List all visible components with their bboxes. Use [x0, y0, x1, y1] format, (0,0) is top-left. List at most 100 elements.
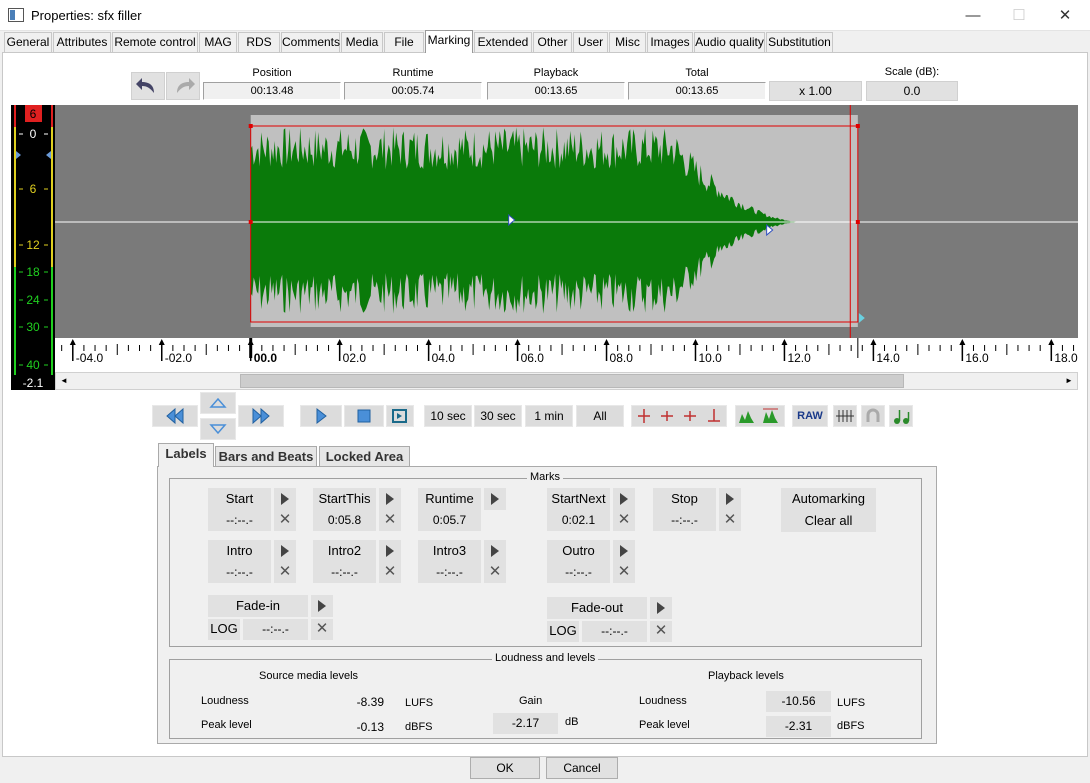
zoom-down-button[interactable]: [200, 418, 236, 440]
loop-play-button[interactable]: [386, 405, 414, 427]
zoom-all-button[interactable]: All: [576, 405, 624, 427]
time-ruler[interactable]: -04.0 -02.0 00.0 02.0 04.0 06.0 08.0 10.0 12.0 14…: [55, 338, 1078, 372]
mark-start-goto-icon[interactable]: [274, 488, 296, 510]
skip-forward-icon: [252, 407, 270, 425]
raw-button[interactable]: RAW: [792, 405, 828, 427]
mark-fade-out-button[interactable]: Fade-out: [547, 597, 647, 619]
scroll-thumb[interactable]: [240, 374, 905, 388]
tab-general[interactable]: General: [4, 32, 52, 52]
mark-outro-goto-icon[interactable]: [613, 540, 635, 562]
mark-startthis-value: 0:05.8: [313, 510, 376, 531]
total-field: 00:13.65: [628, 82, 766, 100]
mark-stop-goto-icon[interactable]: [719, 488, 741, 510]
stop-button[interactable]: [344, 405, 384, 427]
subtab-locked-area[interactable]: Locked Area: [319, 446, 410, 466]
selection-handle[interactable]: [855, 220, 860, 224]
mark-intro-button[interactable]: Intro: [208, 540, 271, 562]
mark-intro3-clear-icon[interactable]: ✕: [484, 562, 506, 583]
mark-stop-clear-icon[interactable]: ✕: [719, 510, 741, 531]
selection-handle[interactable]: [248, 124, 253, 128]
mark-intro-goto-icon[interactable]: [274, 540, 296, 562]
mark-intro2-clear-icon[interactable]: ✕: [379, 562, 401, 583]
window-icon: [8, 8, 24, 22]
tab-marking[interactable]: Marking: [425, 30, 473, 53]
tab-substitution[interactable]: Substitution: [766, 32, 833, 52]
ruler-tick-label: 18.0: [1054, 351, 1078, 365]
mark-stop-button[interactable]: Stop: [653, 488, 716, 510]
mark-fade-out-clear-icon[interactable]: ✕: [650, 621, 672, 642]
tab-other[interactable]: Other: [533, 32, 572, 52]
mark-runtime-button[interactable]: Runtime: [418, 488, 481, 510]
rewind-button[interactable]: [152, 405, 198, 427]
mark-fade-in-clear-icon[interactable]: ✕: [311, 619, 333, 640]
mark-startthis-goto-icon[interactable]: [379, 488, 401, 510]
horizontal-scrollbar[interactable]: ◄ ►: [55, 372, 1078, 390]
loudness-group-title: Loudness and levels: [492, 652, 599, 664]
gain-field[interactable]: -2.17: [493, 713, 558, 734]
scroll-left-arrow[interactable]: ◄: [56, 373, 72, 389]
zoom-up-button[interactable]: [200, 392, 236, 414]
mark-intro3-button[interactable]: Intro3: [418, 540, 481, 562]
mark-startnext-goto-icon[interactable]: [613, 488, 635, 510]
mark-fade-out-goto-icon[interactable]: [650, 597, 672, 619]
scroll-right-arrow[interactable]: ►: [1061, 373, 1077, 389]
tab-remote-control[interactable]: Remote control: [112, 32, 198, 52]
mark-intro2-goto-icon[interactable]: [379, 540, 401, 562]
waveform-view[interactable]: [55, 105, 1078, 338]
mark-tools-group[interactable]: [631, 405, 727, 427]
tab-rds[interactable]: RDS: [238, 32, 280, 52]
end-marker[interactable]: [858, 313, 865, 323]
level-view-buttons[interactable]: [735, 405, 785, 427]
mark-fade-in-mode[interactable]: LOG: [208, 619, 240, 640]
mark-fade-out-mode[interactable]: LOG: [547, 621, 579, 642]
undo-button[interactable]: [131, 72, 165, 100]
play-button[interactable]: [300, 405, 342, 427]
clear-all-button[interactable]: Clear all: [781, 510, 876, 532]
speed-button[interactable]: x 1.00: [769, 81, 862, 101]
scale-field[interactable]: 0.0: [866, 81, 958, 101]
tab-misc[interactable]: Misc: [609, 32, 646, 52]
beats-button[interactable]: [833, 405, 857, 427]
mark-outro-clear-icon[interactable]: ✕: [613, 562, 635, 583]
mark-intro-clear-icon[interactable]: ✕: [274, 562, 296, 583]
minimize-button[interactable]: —: [950, 0, 996, 31]
mark-runtime-goto-icon[interactable]: [484, 488, 506, 510]
magnet-icon: [866, 408, 880, 422]
selection-handle[interactable]: [248, 220, 253, 224]
mark-fade-in-button[interactable]: Fade-in: [208, 595, 308, 617]
tab-comments[interactable]: Comments: [281, 32, 340, 52]
mark-intro3-goto-icon[interactable]: [484, 540, 506, 562]
mark-startthis-button[interactable]: StartThis: [313, 488, 376, 510]
zoom-10-sec-button[interactable]: 10 sec: [424, 405, 472, 427]
tab-attributes[interactable]: Attributes: [53, 32, 111, 52]
automarking-button[interactable]: Automarking: [781, 488, 876, 510]
mark-startnext-clear-icon[interactable]: ✕: [613, 510, 635, 531]
tab-file[interactable]: File: [384, 32, 424, 52]
undo-arrow-icon: [136, 78, 154, 93]
mark-startthis-clear-icon[interactable]: ✕: [379, 510, 401, 531]
mark-fade-in-goto-icon[interactable]: [311, 595, 333, 617]
close-button[interactable]: ✕: [1042, 0, 1088, 31]
mark-start-clear-icon[interactable]: ✕: [274, 510, 296, 531]
vu-top-value: 6: [30, 107, 37, 121]
mark-startnext-button[interactable]: StartNext: [547, 488, 610, 510]
music-button[interactable]: [889, 405, 913, 427]
tab-mag[interactable]: MAG: [199, 32, 237, 52]
ok-button[interactable]: OK: [470, 757, 540, 779]
tab-audio-quality[interactable]: Audio quality: [694, 32, 765, 52]
mark-runtime-value: 0:05.7: [418, 510, 481, 531]
zoom-30-sec-button[interactable]: 30 sec: [474, 405, 522, 427]
subtab-bars-and-beats[interactable]: Bars and Beats: [215, 446, 317, 466]
mark-start-button[interactable]: Start: [208, 488, 271, 510]
forward-button[interactable]: [238, 405, 284, 427]
selection-handle[interactable]: [855, 124, 860, 128]
tab-user[interactable]: User: [573, 32, 608, 52]
cancel-button[interactable]: Cancel: [546, 757, 618, 779]
mark-outro-button[interactable]: Outro: [547, 540, 610, 562]
zoom-1-min-button[interactable]: 1 min: [525, 405, 573, 427]
subtab-labels[interactable]: Labels: [158, 443, 214, 467]
tab-images[interactable]: Images: [647, 32, 693, 52]
mark-intro2-button[interactable]: Intro2: [313, 540, 376, 562]
tab-media[interactable]: Media: [341, 32, 383, 52]
tab-extended[interactable]: Extended: [474, 32, 532, 52]
